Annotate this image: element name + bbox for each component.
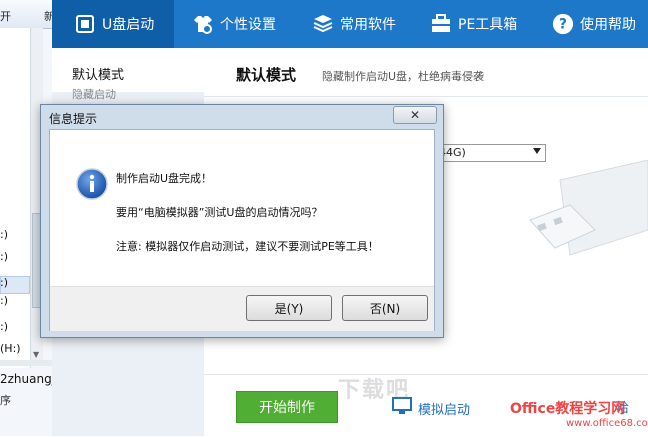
dialog-title: 信息提示 <box>49 112 98 126</box>
explorer-drive-row[interactable]: :) <box>0 320 8 333</box>
explorer-drive-row[interactable]: :) <box>0 294 8 307</box>
info-icon <box>76 168 108 200</box>
dialog-body: 制作启动U盘完成！ 要用“电脑模拟器”测试U盘的启动情况吗？ 注意: 模拟器仅作… <box>49 129 435 331</box>
explorer-tree: :) :) :) :) :) (H:) <box>0 28 31 368</box>
tab-help[interactable]: ? 使用帮助 <box>552 0 636 48</box>
tab-usb-boot[interactable]: U盘启动 <box>52 0 174 48</box>
page-description: 隐藏制作启动U盘，杜绝病毒侵袭 <box>322 70 485 83</box>
watermark-url: www.office68.com <box>566 418 648 429</box>
explorer-drive-row[interactable]: (H:) <box>0 342 21 355</box>
explorer-toolbar: 开 新 <box>0 0 55 29</box>
scroll-down-icon[interactable]: ▼ <box>33 350 39 359</box>
svg-text:?: ? <box>559 17 567 33</box>
explorer-drive-row[interactable]: :) <box>0 250 8 263</box>
page-title: 默认模式 <box>236 66 297 84</box>
close-button[interactable]: ✕ <box>393 106 437 124</box>
simulate-boot-label: 模拟启动 <box>418 402 471 418</box>
explorer-file-name[interactable]: 2zhuangj <box>0 372 52 386</box>
usb-drive-icon <box>74 13 96 35</box>
toolbox-icon <box>430 13 452 35</box>
close-icon: ✕ <box>409 108 421 122</box>
explorer-drive-row[interactable]: :) <box>0 276 8 289</box>
dialog-message-note: 注意: 模拟器仅作启动测试，建议不要测试PE等工具！ <box>116 240 379 253</box>
sidebar-item-title: 默认模式 <box>72 68 125 83</box>
sidebar-item-subtitle: 隐藏启动 <box>72 88 116 101</box>
dialog-message-complete: 制作启动U盘完成！ <box>116 172 213 185</box>
explorer-file-type: 序 <box>0 394 11 407</box>
dialog-message-question: 要用“电脑模拟器”测试U盘的启动情况吗？ <box>116 206 323 219</box>
info-dialog: 信息提示 ✕ 制作启动U盘完成！ 要用“电脑模拟器”测试U盘的启动情况吗？ 注意… <box>40 104 444 338</box>
watermark-brand: Office教程学习网 <box>510 401 626 417</box>
explorer-open-button[interactable]: 开 <box>0 8 11 24</box>
help-icon: ? <box>552 13 574 35</box>
tab-label: U盘启动 <box>102 17 155 33</box>
shirt-gear-icon <box>192 13 214 35</box>
usb-drive-illustration <box>529 160 648 256</box>
explorer-hscrollbar[interactable] <box>0 360 52 366</box>
tab-label: PE工具箱 <box>458 17 518 33</box>
tab-label: 使用帮助 <box>580 17 636 33</box>
cube-stack-icon <box>312 13 334 35</box>
no-button[interactable]: 否(N) <box>342 295 428 321</box>
top-nav-bar: U盘启动 个性设置 常用软件 PE工具箱 ? 使用帮助 <box>52 0 648 48</box>
tab-label: 个性设置 <box>220 17 276 33</box>
tab-common-software[interactable]: 常用软件 <box>312 0 396 48</box>
tab-label: 常用软件 <box>340 17 396 33</box>
divider <box>204 96 648 97</box>
dialog-footer: 是(Y) 否(N) <box>50 286 434 331</box>
start-make-button[interactable]: 开始制作 <box>236 391 338 423</box>
watermark-download-site: 下载吧 <box>338 378 411 403</box>
tab-pe-toolbox[interactable]: PE工具箱 <box>430 0 517 48</box>
tab-personal-settings[interactable]: 个性设置 <box>192 0 276 48</box>
sidebar-item-default-mode[interactable]: 默认模式 隐藏启动 <box>52 48 204 101</box>
explorer-drive-row[interactable]: :) <box>0 228 8 241</box>
chevron-down-icon <box>533 148 541 154</box>
yes-button[interactable]: 是(Y) <box>246 295 332 321</box>
